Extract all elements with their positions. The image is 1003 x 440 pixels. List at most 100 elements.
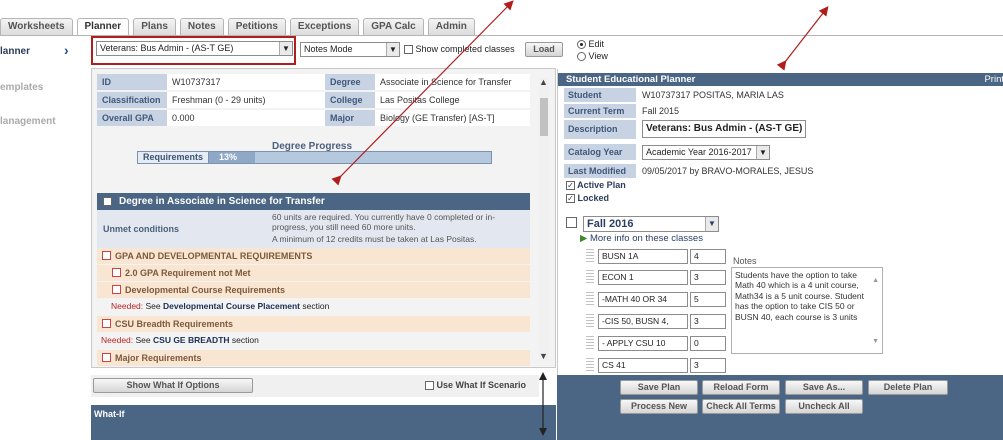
tab-planner[interactable]: Planner xyxy=(76,18,130,35)
requirement-checkbox[interactable] xyxy=(102,353,111,362)
chevron-down-icon: ▼ xyxy=(705,217,718,231)
edit-option[interactable]: Edit xyxy=(577,38,608,50)
units-input[interactable]: 3 xyxy=(690,358,726,373)
scroll-up-icon[interactable]: ▲ xyxy=(539,77,548,87)
requirement-row[interactable]: Major Requirements xyxy=(97,350,530,366)
active-plan-option[interactable]: ✓ Active Plan xyxy=(566,180,626,191)
drag-handle[interactable] xyxy=(586,292,594,307)
vertical-scrollbar[interactable] xyxy=(539,78,549,361)
units-input[interactable]: 5 xyxy=(690,292,726,307)
tab-worksheets[interactable]: Worksheets xyxy=(0,18,73,35)
degree-checkbox[interactable] xyxy=(103,197,112,206)
units-input[interactable]: 3 xyxy=(690,270,726,285)
drag-handle[interactable] xyxy=(586,358,594,373)
requirement-checkbox[interactable] xyxy=(102,319,111,328)
needed-see: See xyxy=(135,335,151,345)
unmet-line-1: 60 units are required. You currently hav… xyxy=(272,212,496,232)
edit-radio[interactable] xyxy=(577,40,586,50)
tab-plans[interactable]: Plans xyxy=(133,18,176,35)
needed-see: See xyxy=(145,301,161,311)
process-new-button[interactable]: Process New xyxy=(620,399,698,414)
units-input[interactable]: 4 xyxy=(690,249,726,264)
chevron-down-icon: ▼ xyxy=(386,43,399,56)
drag-handle[interactable] xyxy=(586,249,594,264)
requirement-checkbox[interactable] xyxy=(102,251,111,260)
save-plan-button[interactable]: Save Plan xyxy=(620,380,698,395)
notes-textarea[interactable]: Students have the option to take Math 40… xyxy=(731,267,883,354)
show-completed-option[interactable]: Show completed classes xyxy=(404,44,515,55)
check-all-terms-button[interactable]: Check All Terms xyxy=(702,399,780,414)
nav-item-management[interactable]: lanagement xyxy=(0,116,56,127)
edit-label: Edit xyxy=(588,39,605,49)
needed-link[interactable]: CSU GE BREADTH xyxy=(153,335,230,345)
requirement-checkbox[interactable] xyxy=(112,285,121,294)
scroll-down-icon[interactable]: ▼ xyxy=(539,351,548,361)
print-link[interactable]: Print xyxy=(984,73,1003,86)
needed-link[interactable]: Developmental Course Placement xyxy=(163,301,300,311)
course-input[interactable]: - APPLY CSU 10 xyxy=(598,336,688,351)
view-radio[interactable] xyxy=(577,52,586,62)
scroll-up-icon[interactable]: ▲ xyxy=(872,276,879,286)
description-input[interactable]: Veterans: Bus Admin - (AS-T GE) xyxy=(642,120,806,138)
show-whatif-options-button[interactable]: Show What If Options xyxy=(93,378,253,393)
tab-gpa-calc[interactable]: GPA Calc xyxy=(363,18,424,35)
load-button[interactable]: Load xyxy=(525,42,563,57)
nav-item-templates[interactable]: emplates xyxy=(0,82,43,93)
tab-admin[interactable]: Admin xyxy=(427,18,475,35)
drag-handle[interactable] xyxy=(586,314,594,329)
view-option[interactable]: View xyxy=(577,50,608,62)
tab-petitions[interactable]: Petitions xyxy=(227,18,286,35)
requirement-row[interactable]: Developmental Course Requirements xyxy=(97,282,530,298)
active-plan-label: Active Plan xyxy=(577,180,626,190)
requirement-row[interactable]: CSU Breadth Requirements xyxy=(97,316,530,332)
uncheck-all-button[interactable]: Uncheck All xyxy=(785,399,863,414)
requirement-checkbox[interactable] xyxy=(112,268,121,277)
course-input[interactable]: BUSN 1A xyxy=(598,249,688,264)
progress-fill: 13% xyxy=(209,152,255,163)
show-completed-checkbox[interactable] xyxy=(404,45,413,55)
tab-notes[interactable]: Notes xyxy=(179,18,224,35)
tab-exceptions[interactable]: Exceptions xyxy=(289,18,360,35)
course-input[interactable]: -MATH 40 OR 34 xyxy=(598,292,688,307)
units-input[interactable]: 3 xyxy=(690,314,726,329)
last-modified-value: 09/05/2017 by BRAVO-MORALES, JESUS xyxy=(636,164,814,178)
locked-checkbox[interactable]: ✓ xyxy=(566,194,575,204)
active-plan-checkbox[interactable]: ✓ xyxy=(566,181,575,191)
more-info-link[interactable]: ▶ More info on these classes xyxy=(580,233,703,244)
unmet-text: 60 units are required. You currently hav… xyxy=(272,212,522,244)
student-label: Student xyxy=(564,88,636,102)
delete-plan-button[interactable]: Delete Plan xyxy=(868,380,948,395)
units-input[interactable]: 0 xyxy=(690,336,726,351)
requirement-row[interactable]: 2.0 GPA Requirement not Met xyxy=(97,265,530,281)
nav-item-planner[interactable]: lanner xyxy=(0,46,30,57)
scroll-down-icon[interactable]: ▼ xyxy=(872,337,879,347)
course-input[interactable]: ECON 1 xyxy=(598,270,688,285)
chevron-right-icon: › xyxy=(64,42,69,58)
student-value: W10737317 POSITAS, MARIA LAS xyxy=(636,88,784,102)
term-select[interactable]: Fall 2016 ▼ xyxy=(583,216,719,232)
drag-handle[interactable] xyxy=(586,270,594,285)
info-row: Classification Freshman (0 - 29 units) C… xyxy=(97,92,530,108)
scrollbar-thumb[interactable] xyxy=(540,98,548,136)
use-whatif-option[interactable]: Use What If Scenario xyxy=(425,380,526,391)
requirement-row[interactable]: GPA AND DEVELOPMENTAL REQUIREMENTS xyxy=(97,248,530,264)
classification-label: Classification xyxy=(97,92,167,108)
mode-select[interactable]: Notes Mode ▼ xyxy=(300,42,400,57)
student-info-table: ID W10737317 Degree Associate in Science… xyxy=(97,74,530,128)
locked-option[interactable]: ✓ Locked xyxy=(566,193,609,204)
major-label: Major xyxy=(325,110,375,126)
term-checkbox[interactable] xyxy=(566,217,577,228)
use-whatif-checkbox[interactable] xyxy=(425,381,434,391)
save-as-button[interactable]: Save As... xyxy=(785,380,863,395)
drag-handle[interactable] xyxy=(586,336,594,351)
whatif-section: What-If xyxy=(91,405,556,440)
needed-row: Needed: See CSU GE BREADTH section xyxy=(97,333,530,348)
needed-suffix: section xyxy=(302,301,330,311)
catalog-year-select[interactable]: Academic Year 2016-2017 ▼ xyxy=(642,145,770,160)
reload-form-button[interactable]: Reload Form xyxy=(702,380,780,395)
course-input[interactable]: CS 41 xyxy=(598,358,688,373)
highlight-box xyxy=(91,36,296,65)
edit-view-radios: Edit View xyxy=(577,38,608,62)
description-label: Description xyxy=(564,120,636,139)
course-input[interactable]: -CIS 50, BUSN 4, xyxy=(598,314,688,329)
